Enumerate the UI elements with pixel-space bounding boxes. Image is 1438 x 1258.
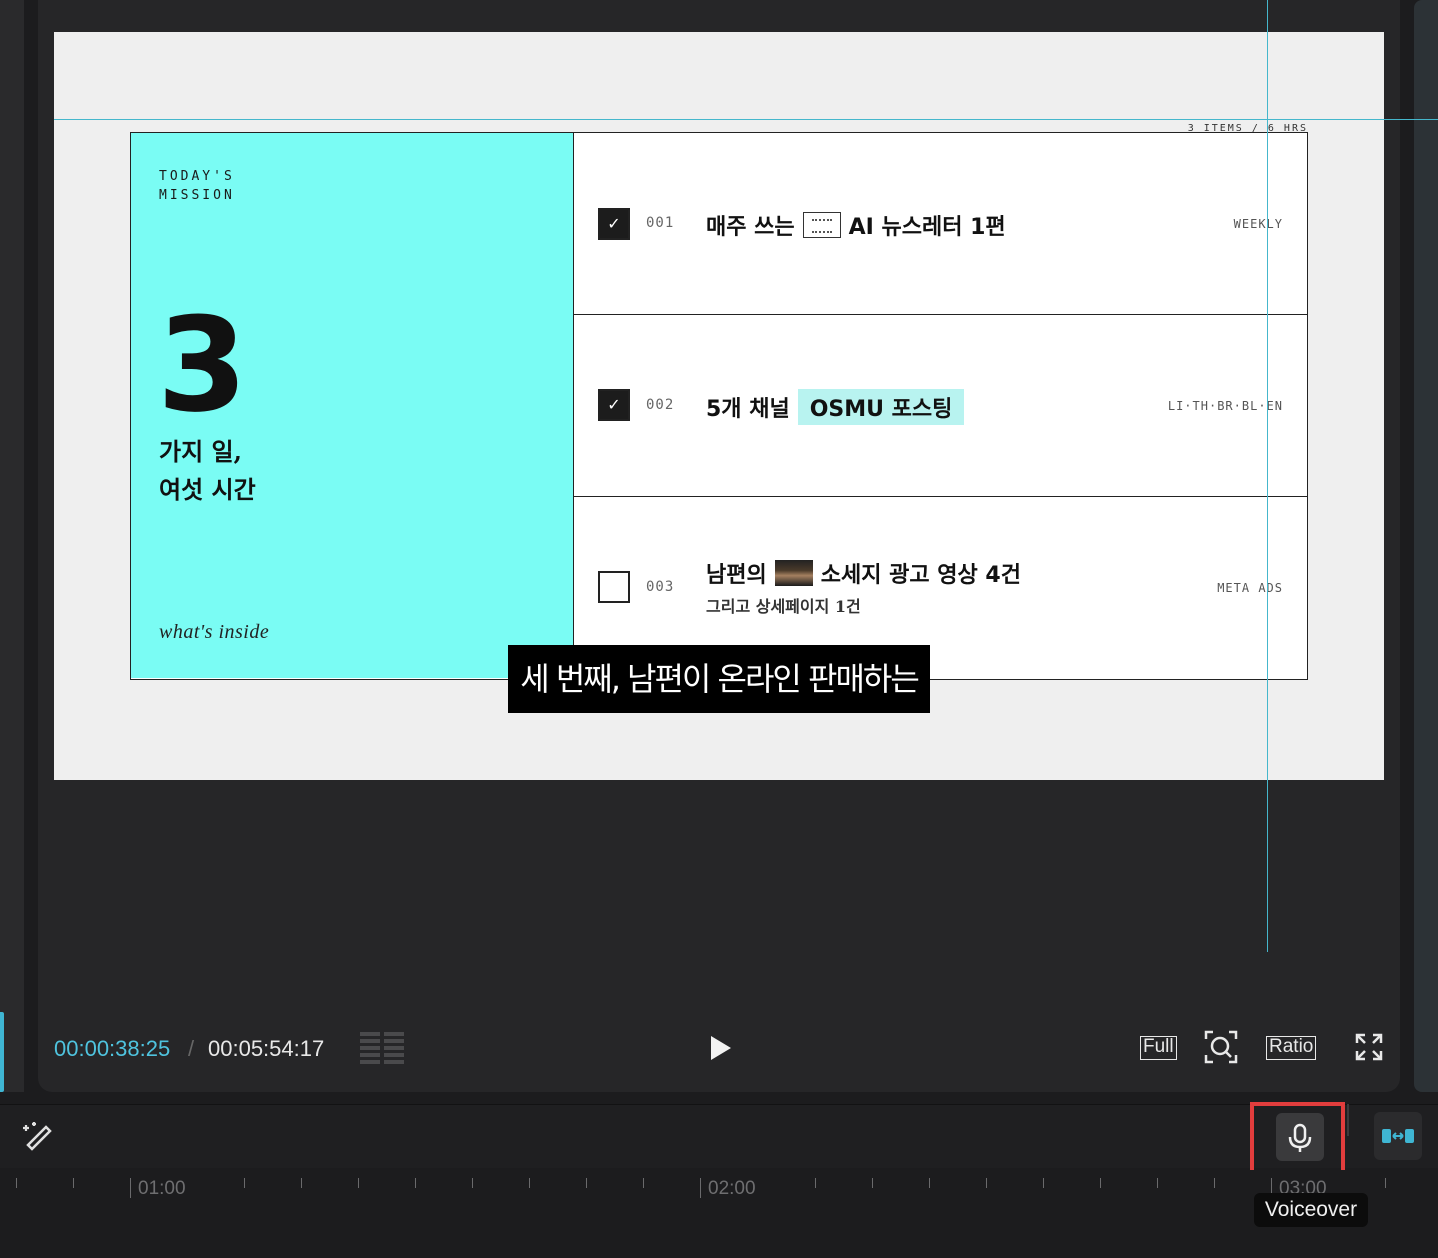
task-title-part-a: 매주 쓰는 — [706, 215, 795, 240]
timeline-ruler[interactable]: 01:00 02:00 03:00 — [0, 1170, 1438, 1258]
task-number: 003 — [646, 579, 675, 595]
task-subline: 그리고 상세페이지 1건 — [706, 597, 861, 616]
editor-root: 3 ITEMS / 6 HRS TODAY'S MISSION 3 가지 일, … — [0, 0, 1438, 1258]
task-title-part-b: AI 뉴스레터 1편 — [848, 215, 1006, 240]
task-title-part-a: 5개 채널 — [706, 397, 790, 422]
ruler-label-1: 01:00 — [138, 1178, 186, 1199]
task-checkbox-001[interactable]: ✓ — [598, 208, 630, 240]
task-title-part-a: 남편의 — [706, 563, 767, 588]
task-tag: META ADS — [1217, 581, 1283, 595]
current-time: 00:00:38:25 — [54, 1036, 171, 1061]
voiceover-tooltip: Voiceover — [1254, 1193, 1368, 1227]
task-list: ✓ 001 매주 쓰는 AI 뉴스레터 1편 WEEKLY ✓ 002 5개 채… — [574, 133, 1307, 678]
task-checkbox-003[interactable] — [598, 571, 630, 603]
caption-subtitle[interactable]: 세 번째, 남편이 온라인 판매하는 — [508, 645, 930, 713]
zoom-fit-icon[interactable] — [1204, 1030, 1238, 1064]
vertical-guide-line[interactable] — [1267, 0, 1268, 952]
mission-label-line1: TODAY'S — [159, 169, 235, 184]
task-number: 002 — [646, 397, 675, 413]
task-title-002: 5개 채널 OSMU 포스팅 — [706, 389, 965, 425]
task-title-part-b: 소세지 광고 영상 4건 — [820, 563, 1021, 588]
ruler-label-2: 02:00 — [708, 1178, 756, 1199]
task-title-001: 매주 쓰는 AI 뉴스레터 1편 — [706, 209, 1006, 241]
task-title-highlight: OSMU 포스팅 — [797, 389, 965, 425]
mission-panel: TODAY'S MISSION 3 가지 일, 여섯 시간 what's ins… — [131, 133, 574, 678]
mission-subtitle: 가지 일, 여섯 시간 — [159, 433, 256, 509]
right-panel-strip — [1414, 0, 1438, 1092]
link-clips-button[interactable] — [1374, 1112, 1422, 1160]
newsletter-thumbnail-icon — [802, 212, 841, 238]
magic-wand-icon[interactable] — [20, 1119, 56, 1155]
task-title-003: 남편의 소세지 광고 영상 4건 — [706, 557, 1021, 589]
mission-sub-line2: 여섯 시간 — [159, 475, 256, 504]
horizontal-guide-line[interactable] — [54, 119, 1438, 120]
task-tag: LI·TH·BR·BL·EN — [1167, 399, 1283, 413]
ratio-button[interactable]: Ratio — [1266, 1036, 1317, 1060]
time-separator: / — [188, 1036, 195, 1061]
left-panel-strip — [0, 0, 24, 1092]
fullscreen-icon[interactable] — [1354, 1032, 1384, 1062]
mission-label: TODAY'S MISSION — [159, 167, 235, 205]
task-number: 001 — [646, 215, 675, 231]
toolbar-divider — [1347, 1104, 1349, 1136]
total-duration: 00:05:54:17 — [208, 1036, 325, 1061]
link-icon — [1382, 1129, 1414, 1143]
task-row-002: ✓ 002 5개 채널 OSMU 포스팅 LI·TH·BR·BL·EN — [574, 315, 1307, 497]
mission-label-line2: MISSION — [159, 188, 235, 203]
voiceover-highlight-box — [1250, 1102, 1345, 1175]
task-checkbox-002[interactable]: ✓ — [598, 389, 630, 421]
left-panel-handle[interactable] — [0, 1012, 4, 1092]
full-button[interactable]: Full — [1140, 1036, 1177, 1060]
task-tag: WEEKLY — [1233, 217, 1283, 231]
video-thumbnail-icon — [774, 560, 813, 586]
mission-sub-line1: 가지 일, — [159, 437, 242, 466]
mission-big-number: 3 — [157, 289, 248, 441]
whats-inside-caption: what's inside — [159, 621, 270, 643]
mission-card: TODAY'S MISSION 3 가지 일, 여섯 시간 what's ins… — [130, 132, 1308, 680]
player-controls: 00:00:38:25 / 00:05:54:17 Full Ratio — [38, 1016, 1400, 1080]
task-row-001: ✓ 001 매주 쓰는 AI 뉴스레터 1편 WEEKLY — [574, 133, 1307, 315]
play-button[interactable] — [704, 1032, 736, 1064]
waveform-grid-icon[interactable] — [360, 1032, 404, 1064]
timeline-toolbar — [0, 1104, 1438, 1168]
